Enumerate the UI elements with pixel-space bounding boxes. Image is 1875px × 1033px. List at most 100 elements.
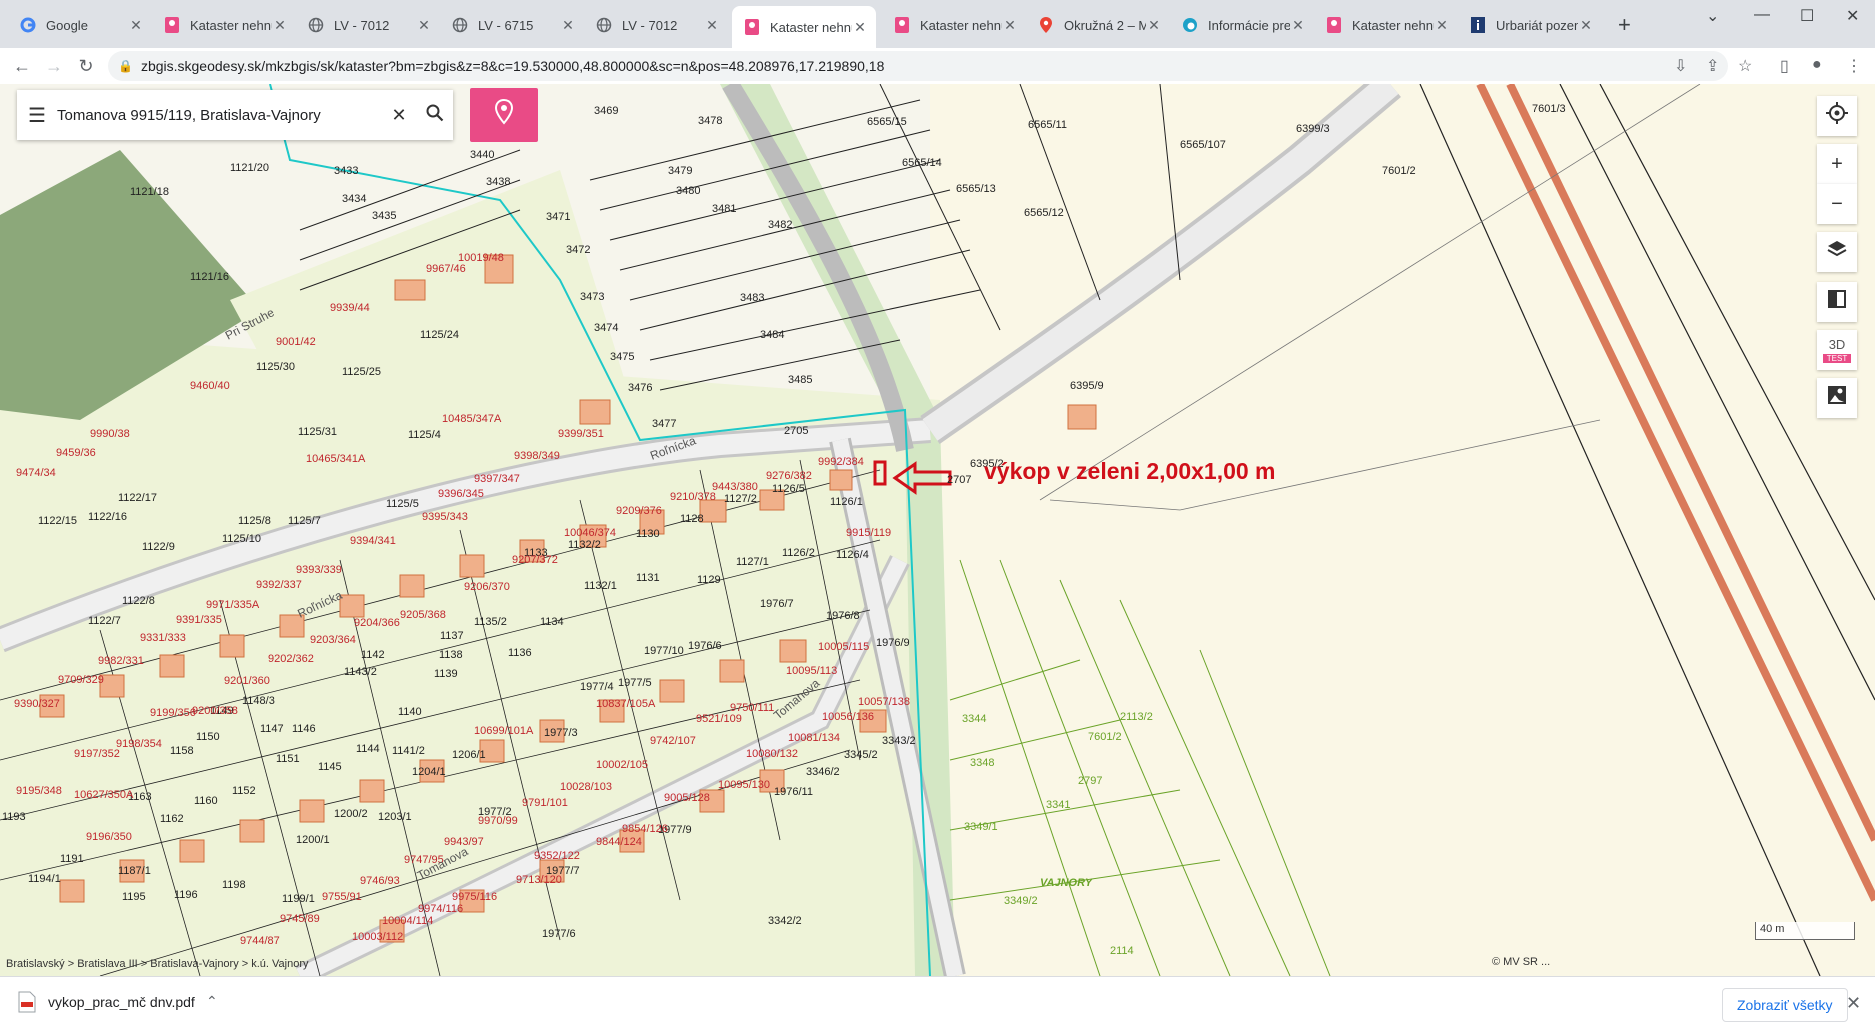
- close-icon[interactable]: ✕: [1290, 17, 1306, 34]
- tab-urbariat[interactable]: Urbariát pozem ✕: [1458, 8, 1602, 42]
- parcel-label: 3485: [788, 374, 812, 386]
- minus-icon: −: [1831, 192, 1843, 215]
- tab-lv-6715[interactable]: LV - 6715 ✕: [440, 8, 584, 42]
- house-number: 9199/356: [150, 707, 196, 719]
- layers-button[interactable]: [1817, 232, 1857, 272]
- close-icon[interactable]: ✕: [1578, 17, 1594, 34]
- parcel-label: 1150: [196, 731, 220, 743]
- zoom-out-button[interactable]: −: [1817, 184, 1857, 224]
- house-number: 9982/331: [98, 655, 144, 667]
- map-canvas: 3469 3478 3433 3434 3435 3440 3438 3471 …: [0, 84, 1875, 976]
- house-number: 9967/46: [426, 263, 466, 275]
- install-app-icon[interactable]: ⇩: [1674, 56, 1687, 76]
- new-tab-plus-icon[interactable]: +: [1618, 12, 1631, 38]
- parcel-label: 1132/1: [584, 580, 617, 592]
- parcel-label: 6565/11: [1028, 119, 1067, 131]
- parcel-label: 3475: [610, 351, 634, 363]
- parcel-label: 1136: [508, 647, 532, 659]
- parcel-label: 1132/2: [568, 539, 601, 551]
- tab-search-chevron-icon[interactable]: ⌄: [1706, 6, 1719, 26]
- location-breadcrumb[interactable]: Bratislavský > Bratislava III > Bratisla…: [6, 958, 309, 970]
- parcel-label: 1144: [356, 743, 380, 755]
- parcel-label: 1976/7: [760, 598, 794, 610]
- address-bar[interactable]: 🔒 zbgis.skgeodesy.sk/mkzbgis/sk/kataster…: [108, 51, 1728, 81]
- scale-bar: 40 m: [1755, 922, 1855, 940]
- maximize-icon[interactable]: ☐: [1800, 6, 1814, 26]
- forward-arrow-icon[interactable]: →: [42, 54, 66, 78]
- download-item[interactable]: vykop_prac_mč dnv.pdf: [18, 991, 195, 1013]
- window-close-icon[interactable]: ✕: [1846, 6, 1859, 26]
- browser-menu-icon[interactable]: ⋮: [1846, 56, 1862, 76]
- tab-title: Kataster nehnu: [770, 19, 852, 35]
- locate-me-button[interactable]: [1817, 96, 1857, 136]
- house-number: 9974/116: [418, 903, 463, 915]
- close-icon[interactable]: ✕: [128, 17, 144, 34]
- parcel-label: 1162: [160, 813, 184, 825]
- close-icon[interactable]: ✕: [560, 17, 576, 34]
- close-icon[interactable]: ✕: [272, 17, 288, 34]
- show-all-downloads-button[interactable]: Zobraziť všetky: [1722, 988, 1848, 1022]
- cadastral-map[interactable]: 3469 3478 3433 3434 3435 3440 3438 3471 …: [0, 84, 1875, 976]
- parcel-label: 2705: [784, 425, 808, 437]
- profile-avatar-icon[interactable]: ●: [1812, 56, 1822, 74]
- parcel-label: 1135/2: [474, 616, 507, 628]
- zoom-in-button[interactable]: +: [1817, 144, 1857, 184]
- map-search-box[interactable]: ☰ Tomanova 9915/119, Bratislava-Vajnory …: [17, 90, 453, 140]
- parcel-label: 1977/10: [644, 645, 684, 657]
- parcel-label: 1977/3: [544, 727, 578, 739]
- house-number: 9460/40: [190, 380, 230, 392]
- parcel-label: 1158: [170, 745, 194, 757]
- back-arrow-icon[interactable]: ←: [10, 54, 34, 78]
- 3d-test-button[interactable]: 3D TEST: [1817, 330, 1857, 370]
- search-input[interactable]: Tomanova 9915/119, Bratislava-Vajnory: [57, 107, 381, 124]
- house-number: 9276/382: [766, 470, 812, 482]
- chevron-up-icon[interactable]: ⌃: [206, 993, 218, 1010]
- minimize-icon[interactable]: —: [1754, 6, 1770, 24]
- house-number: 9393/339: [296, 564, 342, 576]
- house-number: 9396/345: [438, 488, 484, 500]
- house-number: 9397/347: [474, 473, 520, 485]
- compare-maps-button[interactable]: [1817, 282, 1857, 322]
- street-view-button[interactable]: [1817, 378, 1857, 418]
- parcel-label: 1122/15: [38, 515, 77, 527]
- close-icon[interactable]: ✕: [1002, 17, 1018, 34]
- close-icon[interactable]: ✕: [704, 17, 720, 34]
- house-number: 9331/333: [140, 632, 186, 644]
- bookmark-star-icon[interactable]: ☆: [1738, 56, 1752, 76]
- hamburger-menu-icon[interactable]: ☰: [17, 103, 57, 128]
- reload-icon[interactable]: ↻: [74, 54, 98, 78]
- parcel-label: 3342/2: [768, 915, 802, 927]
- tab-kataster-3[interactable]: Kataster nehnu ✕: [1314, 8, 1458, 42]
- tab-lv-7012[interactable]: LV - 7012 ✕: [296, 8, 440, 42]
- house-number: 9005/128: [664, 792, 710, 804]
- clear-search-icon[interactable]: ✕: [381, 105, 417, 126]
- parcel-label: 3483: [740, 292, 764, 304]
- globe-icon: [452, 17, 468, 33]
- parcel-label: 3478: [698, 115, 722, 127]
- parcel-label: 3349/1: [964, 821, 998, 833]
- house-number: 10056/136: [822, 711, 874, 723]
- share-icon[interactable]: ⇪: [1706, 56, 1719, 76]
- close-download-bar-icon[interactable]: ✕: [1846, 993, 1861, 1014]
- close-icon[interactable]: ✕: [416, 17, 432, 34]
- search-icon[interactable]: [417, 104, 453, 127]
- close-icon[interactable]: ✕: [852, 19, 868, 36]
- tab-lv-7012-b[interactable]: LV - 7012 ✕: [584, 8, 728, 42]
- location-pin-button[interactable]: [470, 88, 538, 142]
- parcel-label: 1141/2: [392, 745, 425, 757]
- close-icon[interactable]: ✕: [1146, 17, 1162, 34]
- tab-kataster-1[interactable]: Kataster nehnu ✕: [152, 8, 296, 42]
- tab-title: LV - 6715: [478, 17, 534, 33]
- house-number: 9398/349: [514, 450, 560, 462]
- parcel-label: 1131: [636, 572, 660, 584]
- tab-informacie[interactable]: Informácie pre ✕: [1170, 8, 1314, 42]
- tab-okruzna[interactable]: Okružná 2 – M ✕: [1026, 8, 1170, 42]
- tab-kataster-2[interactable]: Kataster nehnu ✕: [882, 8, 1026, 42]
- parcel-label: 1126/5: [772, 483, 805, 495]
- tab-google[interactable]: Google ✕: [8, 8, 152, 42]
- parcel-label: 1206/1: [452, 749, 486, 761]
- side-panel-icon[interactable]: ▯: [1780, 56, 1789, 76]
- close-icon[interactable]: ✕: [1434, 17, 1450, 34]
- tab-kataster-active[interactable]: Kataster nehnu ✕: [732, 6, 876, 48]
- tab-title: Okružná 2 – M: [1064, 17, 1146, 33]
